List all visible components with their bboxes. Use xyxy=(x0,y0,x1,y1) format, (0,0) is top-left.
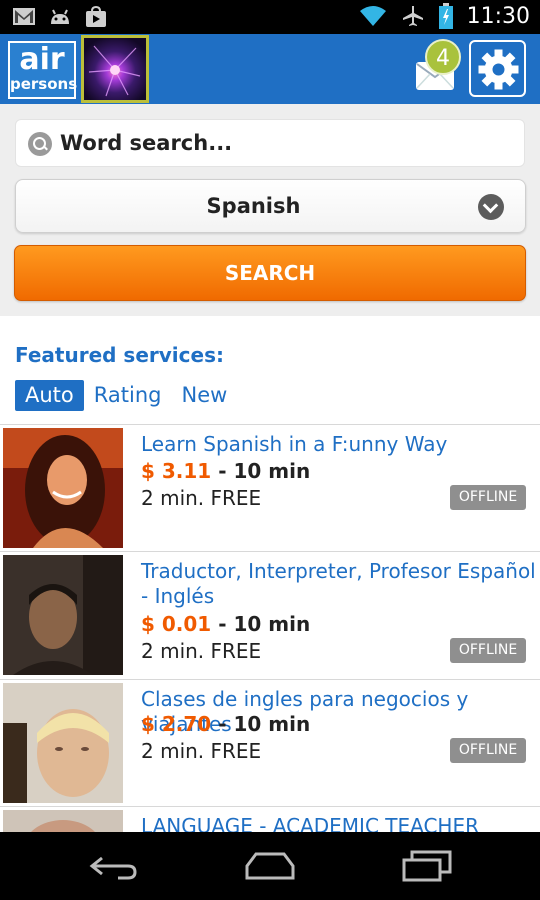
android-debug-icon xyxy=(51,9,69,24)
wifi-icon xyxy=(359,6,386,26)
recent-apps-icon[interactable] xyxy=(402,848,454,882)
settings-button[interactable] xyxy=(469,40,526,97)
price-duration: - 10 min xyxy=(211,612,311,636)
battery-icon xyxy=(438,3,453,29)
list-item[interactable]: Learn Spanish in a F:unny Way $ 3.11 - 1… xyxy=(0,425,540,552)
play-store-icon xyxy=(86,6,106,27)
tab-auto[interactable]: Auto xyxy=(15,380,84,411)
featured-services-heading: Featured services: xyxy=(15,343,224,367)
service-title[interactable]: Learn Spanish in a F:unny Way xyxy=(141,432,536,457)
chevron-down-icon xyxy=(478,194,504,220)
price-amount: $ 2.70 xyxy=(141,712,212,736)
gmail-icon xyxy=(13,8,35,25)
status-badge: OFFLINE xyxy=(450,485,526,510)
system-nav-bar xyxy=(0,832,540,900)
price-amount: $ 3.11 xyxy=(141,459,212,483)
search-placeholder: Word search... xyxy=(60,131,233,155)
airplane-icon xyxy=(402,6,423,26)
free-minutes: 2 min. FREE xyxy=(141,486,262,510)
provider-photo xyxy=(3,810,123,832)
free-minutes: 2 min. FREE xyxy=(141,639,262,663)
gear-icon xyxy=(478,49,519,90)
list-item[interactable]: Traductor, Interpreter, Profesor Español… xyxy=(0,552,540,680)
app-logo[interactable]: air persons xyxy=(8,41,78,99)
notification-badge: 4 xyxy=(425,39,461,75)
logo-text-air: air xyxy=(19,42,65,77)
app-bar: air persons 4 xyxy=(0,34,540,104)
status-badge: OFFLINE xyxy=(450,638,526,663)
free-minutes: 2 min. FREE xyxy=(141,739,262,763)
search-icon xyxy=(28,132,52,156)
service-price: $ 3.11 - 10 min xyxy=(141,459,310,483)
provider-photo xyxy=(3,428,123,548)
service-price: $ 0.01 - 10 min xyxy=(141,612,310,636)
user-avatar[interactable] xyxy=(81,35,149,103)
sort-tabs: Auto Rating New xyxy=(15,380,237,411)
search-panel: Word search... Spanish SEARCH xyxy=(0,104,540,316)
word-search-input[interactable]: Word search... xyxy=(15,119,525,167)
plasma-ball-image xyxy=(88,45,141,97)
service-price: $ 2.70 - 10 min xyxy=(141,712,310,736)
status-badge: OFFLINE xyxy=(450,738,526,763)
language-select[interactable]: Spanish xyxy=(15,179,526,233)
tab-new[interactable]: New xyxy=(171,380,237,411)
search-button[interactable]: SEARCH xyxy=(14,245,526,301)
clock: 11:30 xyxy=(466,3,530,29)
list-item[interactable]: LANGUAGE - ACADEMIC TEACHER xyxy=(0,807,540,832)
service-title[interactable]: Traductor, Interpreter, Profesor Español… xyxy=(141,559,536,609)
price-duration: - 10 min xyxy=(211,712,311,736)
language-selected-value: Spanish xyxy=(206,194,301,218)
provider-photo xyxy=(3,683,123,803)
price-amount: $ 0.01 xyxy=(141,612,212,636)
back-icon[interactable] xyxy=(88,852,138,882)
provider-photo xyxy=(3,555,123,675)
home-icon[interactable] xyxy=(244,850,296,882)
service-title[interactable]: LANGUAGE - ACADEMIC TEACHER xyxy=(141,814,536,832)
list-item[interactable]: Clases de ingles para negocios y viajant… xyxy=(0,680,540,807)
tab-rating[interactable]: Rating xyxy=(84,380,172,411)
status-bar: 11:30 xyxy=(0,0,540,34)
price-duration: - 10 min xyxy=(211,459,311,483)
services-list[interactable]: Learn Spanish in a F:unny Way $ 3.11 - 1… xyxy=(0,424,540,832)
logo-text-persons: persons xyxy=(10,75,78,93)
